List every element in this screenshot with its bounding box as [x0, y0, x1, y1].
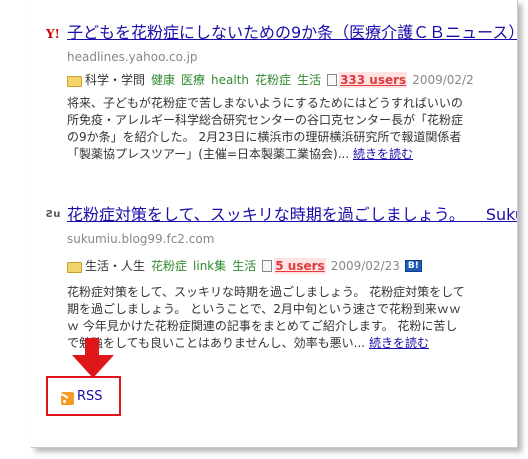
search-results-panel: Y! 子どもを花粉症にしないための9か条（医療介護ＣＢニュース） headlin…: [31, 0, 518, 448]
result-excerpt: 花粉症対策をして、スッキリな時期を過ごしましょう。 花粉症対策をして 期を過ごし…: [67, 284, 503, 352]
tag-link[interactable]: 健康: [151, 72, 175, 88]
tag-link[interactable]: 医療: [181, 72, 205, 88]
excerpt-line: で勉強をしても良いことはありませんし、効率も悪い... 続きを読む: [67, 335, 503, 352]
read-more-link[interactable]: 続きを読む: [369, 336, 429, 350]
result-excerpt: 将来、子どもが花粉症で苦しまないようにするためにはどうすればいいの 所免疫・アレ…: [67, 95, 503, 163]
bookmark-note-icon: [327, 74, 338, 86]
read-more-link[interactable]: 続きを読む: [353, 147, 413, 161]
yahoo-favicon-icon: Y!: [46, 27, 60, 41]
result-title-link[interactable]: 子どもを花粉症にしないための9か条（医療介護ＣＢニュース）: [67, 23, 517, 43]
excerpt-line: 将来、子どもが花粉症で苦しまないようにするためにはどうすればいいの: [67, 96, 463, 110]
result-domain: headlines.yahoo.co.jp: [67, 50, 198, 64]
result-domain: sukumiu.blog99.fc2.com: [67, 232, 215, 246]
bookmark-note-icon: [262, 260, 273, 272]
excerpt-line: 期を過ごしましょう。 ということで、2月中旬という速さで花粉到来ｗｗ: [67, 302, 461, 316]
users-count-link[interactable]: 333 users: [339, 72, 408, 88]
excerpt-line: 所免疫・アレルギー科学総合研究センターの谷口克センター長が「花粉症: [67, 113, 464, 127]
rss-link[interactable]: RSS: [77, 389, 103, 404]
result-title-link[interactable]: 花粉症対策をして、スッキリな時期を過ごしましょう。 Sukumiu: [67, 205, 517, 225]
tag-link[interactable]: link集: [193, 258, 226, 274]
tag-link[interactable]: 生活: [232, 258, 256, 274]
excerpt-line: 花粉症対策をして、スッキリな時期を過ごしましょう。 花粉症対策をして: [67, 285, 465, 299]
bookmark-date: 2009/02/2: [412, 73, 474, 87]
bookmark-date: 2009/02/23: [330, 259, 400, 273]
users-count-link[interactable]: 5 users: [274, 258, 326, 274]
excerpt-line-text: 「製薬協プレスツアー」(主催=日本製薬工業協会)...: [67, 147, 350, 161]
tag-link[interactable]: 花粉症: [255, 72, 291, 88]
sukumiu-favicon-icon: Ƨu: [46, 209, 61, 220]
excerpt-line: ｗ 今年見かけた花粉症関連の記事をまとめてご紹介します。 花粉に苦し: [67, 319, 458, 333]
rss-feed-icon[interactable]: [61, 392, 74, 405]
excerpt-line: 「製薬協プレスツアー」(主催=日本製薬工業協会)... 続きを読む: [67, 146, 503, 163]
category-link[interactable]: 科学・学問: [85, 72, 145, 88]
red-down-arrow-icon: [72, 338, 114, 378]
tag-link[interactable]: health: [211, 72, 249, 88]
folder-icon: [67, 75, 82, 87]
hatena-bookmark-badge[interactable]: B!: [404, 260, 422, 272]
result-meta: 生活・人生 花粉症 link集 生活 5 users 2009/02/23 B!: [67, 258, 422, 274]
tag-link[interactable]: 生活: [297, 72, 321, 88]
excerpt-line: の9か条」を紹介した。 2月23日に横浜市の理研横浜研究所で報道関係者: [67, 130, 462, 144]
result-meta: 科学・学問 健康 医療 health 花粉症 生活 333 users 2009…: [67, 72, 479, 88]
tag-link[interactable]: 花粉症: [151, 258, 187, 274]
folder-icon: [67, 261, 82, 273]
category-link[interactable]: 生活・人生: [85, 258, 145, 274]
